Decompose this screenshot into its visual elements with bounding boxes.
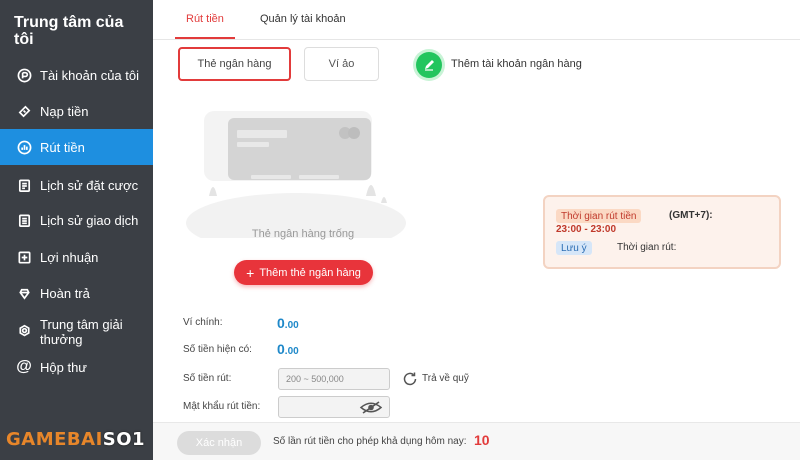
- profit-icon: [16, 249, 32, 265]
- sidebar-item-rebate[interactable]: Hoàn trả: [0, 275, 153, 311]
- withdraw-time-range: 23:00 - 23:00: [556, 224, 617, 235]
- current-amount-value: 0.00: [277, 341, 299, 357]
- current-amount-dec: .00: [284, 346, 299, 357]
- sidebar-item-label: Lịch sử giao dịch: [40, 212, 139, 228]
- reward-center-icon: [16, 323, 32, 339]
- logo-part1: GAMEBAI: [6, 428, 103, 450]
- daily-limit-label: Số lần rút tiền cho phép khả dụng hôm na…: [273, 436, 467, 447]
- e-wallet-option[interactable]: Ví ảo: [304, 47, 379, 81]
- bet-history-icon: [16, 177, 32, 193]
- sidebar-item-label: Nạp tiền: [40, 103, 89, 119]
- withdraw-time-tag: Thời gian rút tiền: [556, 209, 642, 223]
- main-wallet-int: 0: [277, 315, 285, 331]
- edit-icon[interactable]: [416, 52, 442, 78]
- plus-icon: +: [246, 264, 255, 281]
- sidebar-item-label: Trung tâm giải thưởng: [40, 317, 123, 347]
- sidebar-item-withdraw[interactable]: Rút tiền: [0, 129, 153, 165]
- sidebar-item-label: Hộp thư: [40, 359, 88, 375]
- tab-active-indicator: [175, 37, 235, 39]
- note-tag: Lưu ý: [556, 241, 592, 255]
- sidebar-item-label: Tài khoản của tôi: [40, 67, 140, 83]
- sidebar-item-mailbox[interactable]: @ Hộp thư: [0, 349, 153, 385]
- withdraw-amount-input[interactable]: 200 ~ 500,000: [278, 368, 390, 390]
- main-panel: Rút tiền Quản lý tài khoản Thẻ ngân hàng…: [153, 0, 800, 460]
- sidebar-title: Trung tâm của tôi: [14, 14, 124, 48]
- current-amount-int: 0: [277, 341, 285, 357]
- sidebar-item-my-account[interactable]: Tài khoản của tôi: [0, 57, 153, 93]
- sidebar: Trung tâm của tôi Tài khoản của tôi Nạp …: [0, 0, 153, 460]
- main-wallet-value: 0.00: [277, 315, 299, 331]
- sidebar-item-label: Hoàn trả: [40, 285, 90, 301]
- watermark-logo: GAMEBAI SO1: [6, 426, 145, 452]
- tab-bar: Rút tiền Quản lý tài khoản: [153, 0, 800, 40]
- sidebar-item-label: Lợi nhuận: [40, 249, 99, 265]
- main-wallet-dec: .00: [284, 320, 299, 331]
- withdraw-info-box: Thời gian rút tiền (GMT+7): 23:00 - 23:0…: [543, 195, 781, 269]
- withdraw-password-input[interactable]: [278, 396, 390, 418]
- footer-bar: Xác nhận Số lần rút tiền cho phép khả dụ…: [153, 422, 800, 460]
- tab-account-management[interactable]: Quản lý tài khoản: [260, 13, 346, 25]
- add-bank-account-link[interactable]: Thêm tài khoản ngân hàng: [451, 58, 582, 70]
- main-wallet-label: Ví chính:: [183, 317, 223, 328]
- sidebar-item-profit[interactable]: Lợi nhuận: [0, 239, 153, 275]
- deposit-icon: [16, 103, 32, 119]
- refresh-icon[interactable]: [401, 370, 419, 388]
- bank-card-option[interactable]: Thẻ ngân hàng: [178, 47, 291, 81]
- sidebar-item-bet-history[interactable]: Lịch sử đặt cược: [0, 167, 153, 203]
- sidebar-item-transaction-history[interactable]: Lịch sử giao dịch: [0, 202, 153, 238]
- account-icon: [16, 67, 32, 83]
- sidebar-item-deposit[interactable]: Nạp tiền: [0, 93, 153, 129]
- empty-state-text: Thẻ ngân hàng trống: [251, 228, 355, 240]
- mailbox-icon: @: [16, 358, 32, 375]
- daily-limit-value: 10: [474, 432, 490, 448]
- add-bank-card-label: Thêm thẻ ngân hàng: [259, 266, 361, 279]
- tab-withdraw[interactable]: Rút tiền: [186, 13, 224, 25]
- rebate-icon: [16, 285, 32, 301]
- sidebar-item-label: Lịch sử đặt cược: [40, 177, 139, 193]
- withdraw-icon: [16, 139, 32, 155]
- logo-part2: SO1: [102, 428, 146, 450]
- return-to-wallet-link[interactable]: Trả về quỹ: [422, 373, 469, 384]
- withdraw-amount-label: Số tiền rút:: [183, 373, 232, 384]
- note-text: Thời gian rút:: [617, 242, 677, 253]
- add-bank-card-button[interactable]: + Thêm thẻ ngân hàng: [234, 260, 373, 285]
- confirm-button[interactable]: Xác nhận: [177, 431, 261, 455]
- password-label: Mật khẩu rút tiền:: [183, 401, 261, 412]
- sidebar-item-label: Rút tiền: [40, 139, 85, 155]
- eye-slash-icon[interactable]: [359, 400, 383, 415]
- timezone-label: (GMT+7):: [669, 210, 713, 221]
- empty-card-illustration: [186, 111, 406, 238]
- transaction-history-icon: [16, 212, 32, 228]
- current-amount-label: Số tiền hiện có:: [183, 344, 252, 355]
